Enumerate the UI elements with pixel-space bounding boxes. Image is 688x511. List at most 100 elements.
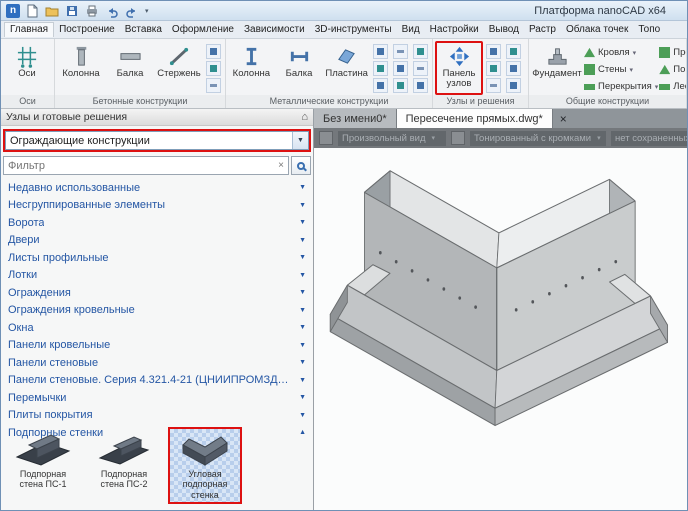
menu-tab-output[interactable]: Вывод (484, 23, 524, 36)
chevron-down-icon[interactable]: ▼ (295, 377, 306, 384)
metal-tool-icon-8[interactable] (413, 61, 428, 76)
tree-item[interactable]: Лотки▼ (1, 267, 313, 285)
chevron-down-icon[interactable]: ▼ (295, 342, 306, 349)
roof-button[interactable]: Кровля ▾ (584, 44, 658, 61)
metal-column-button[interactable]: Колонна (228, 41, 275, 95)
tree-item[interactable]: Двери▼ (1, 232, 313, 250)
chevron-down-icon[interactable]: ▼ (295, 219, 306, 226)
menu-tab-raster[interactable]: Растр (524, 23, 561, 36)
chevron-down-icon[interactable]: ▼ (295, 324, 306, 331)
chevron-down-icon[interactable]: ▼ (295, 254, 306, 261)
app-icon[interactable]: n (6, 4, 20, 18)
concrete-tool-icon-1[interactable] (206, 44, 221, 59)
metal-plate-button[interactable]: Пластина (323, 41, 370, 95)
tree-item[interactable]: Панели стеновые▼ (1, 354, 313, 372)
corner-retaining-wall-model[interactable] (326, 160, 671, 432)
clear-filter-icon[interactable]: × (274, 160, 288, 171)
chevron-down-icon[interactable]: ▼ (295, 394, 306, 401)
metal-tool-icon-1[interactable] (373, 44, 388, 59)
tree-item[interactable]: Несгруппированные элементы▼ (1, 197, 313, 215)
metal-tool-icon-2[interactable] (373, 61, 388, 76)
tree-item[interactable]: Недавно использованные▼ (1, 179, 313, 197)
chevron-down-icon[interactable]: ▼ (295, 184, 306, 191)
open-folder-icon[interactable] (43, 3, 60, 19)
concrete-tool-icon-3[interactable] (206, 78, 221, 93)
chevron-down-icon[interactable]: ▼ (292, 132, 308, 149)
toolbar-options-chevron-icon[interactable]: ▾ (143, 7, 151, 15)
doc-tab-unnamed[interactable]: Без имени0* (314, 109, 397, 128)
truncated-button-3[interactable]: Лест (659, 78, 687, 95)
nodes-tool-icon-1[interactable] (486, 44, 501, 59)
home-icon[interactable]: ⌂ (301, 111, 308, 123)
chevron-down-icon[interactable]: ▼ (295, 202, 306, 209)
redo-icon[interactable] (123, 3, 140, 19)
truncated-button-1[interactable]: Про (659, 44, 687, 61)
menu-tab-settings[interactable]: Настройки (425, 23, 484, 36)
foundation-button[interactable]: Фундамент (531, 41, 583, 95)
nodes-tool-icon-3[interactable] (486, 78, 501, 93)
view-cube-icon[interactable] (319, 131, 333, 145)
category-dropdown[interactable]: Ограждающие конструкции ▼ (5, 131, 309, 150)
tree-item[interactable]: Ограждения▼ (1, 284, 313, 302)
tree-item[interactable]: Ограждения кровельные▼ (1, 302, 313, 320)
card-ps2[interactable]: Подпорная стена ПС-2 (87, 427, 161, 494)
menu-tab-3d-tools[interactable]: 3D-инструменты (310, 23, 397, 36)
saved-views-dropdown[interactable]: нет сохраненных видов ▾ (611, 131, 687, 146)
print-icon[interactable] (83, 3, 100, 19)
metal-tool-icon-9[interactable] (413, 78, 428, 93)
nodes-tool-icon-6[interactable] (506, 78, 521, 93)
filter-input[interactable] (4, 160, 274, 172)
concrete-tool-icon-2[interactable] (206, 61, 221, 76)
drawing-canvas[interactable] (314, 148, 687, 510)
metal-tool-icon-5[interactable] (393, 61, 408, 76)
metal-tool-icon-4[interactable] (393, 44, 408, 59)
concrete-rod-button[interactable]: Стержень (155, 41, 203, 95)
nodes-panel-button[interactable]: Панель узлов (435, 41, 483, 95)
tree-item[interactable]: Окна▼ (1, 319, 313, 337)
undo-icon[interactable] (103, 3, 120, 19)
metal-tool-icon-3[interactable] (373, 78, 388, 93)
chevron-down-icon[interactable]: ▼ (295, 307, 306, 314)
menu-tab-constraints[interactable]: Зависимости (239, 23, 310, 36)
tree-item[interactable]: Панели кровельные▼ (1, 337, 313, 355)
view-orientation-dropdown[interactable]: Произвольный вид ▾ (338, 131, 446, 146)
axes-button[interactable]: Оси (3, 41, 51, 95)
nodes-tool-icon-5[interactable] (506, 61, 521, 76)
menu-tab-point-clouds[interactable]: Облака точек (561, 23, 633, 36)
save-icon[interactable] (63, 3, 80, 19)
metal-tool-icon-7[interactable] (413, 44, 428, 59)
menu-tab-insert[interactable]: Вставка (120, 23, 167, 36)
concrete-beam-button[interactable]: Балка (106, 41, 154, 95)
metal-beam-button[interactable]: Балка (276, 41, 323, 95)
card-ps1[interactable]: Подпорная стена ПС-1 (6, 427, 80, 494)
chevron-down-icon[interactable]: ▼ (295, 412, 306, 419)
walls-button[interactable]: Стены ▾ (584, 61, 658, 78)
menu-tab-view[interactable]: Вид (397, 23, 425, 36)
chevron-down-icon[interactable]: ▼ (295, 289, 306, 296)
nodes-tool-icon-2[interactable] (486, 61, 501, 76)
chevron-down-icon[interactable]: ▼ (295, 359, 306, 366)
tree-item[interactable]: Ворота▼ (1, 214, 313, 232)
truncated-button-2[interactable]: Пом (659, 61, 687, 78)
concrete-column-button[interactable]: Колонна (57, 41, 105, 95)
menu-tab-format[interactable]: Оформление (167, 23, 239, 36)
menu-tab-draw[interactable]: Построение (54, 23, 120, 36)
chevron-down-icon[interactable]: ▼ (295, 272, 306, 279)
metal-tool-icon-6[interactable] (393, 78, 408, 93)
chevron-up-icon[interactable]: ▲ (295, 429, 306, 436)
tree-item[interactable]: Листы профильные▼ (1, 249, 313, 267)
visual-style-dropdown[interactable]: Тонированный с кромками ▾ (470, 131, 606, 146)
tree-item[interactable]: Перемычки▼ (1, 389, 313, 407)
search-button[interactable] (291, 156, 311, 175)
tree-item[interactable]: Плиты покрытия▼ (1, 407, 313, 425)
menu-tab-main[interactable]: Главная (4, 22, 54, 37)
nodes-tool-icon-4[interactable] (506, 44, 521, 59)
visual-style-icon[interactable] (451, 131, 465, 145)
close-tab-icon[interactable]: × (553, 109, 574, 128)
card-corner-wall[interactable]: Угловая подпорная стенка (168, 427, 242, 504)
floors-button[interactable]: Перекрытия ▾ (584, 78, 658, 95)
doc-tab-active[interactable]: Пересечение прямых.dwg* (397, 109, 553, 128)
tree-item[interactable]: Панели стеновые. Серия 4.321.4-21 (ЦНИИП… (1, 372, 313, 390)
chevron-down-icon[interactable]: ▼ (295, 237, 306, 244)
new-file-icon[interactable] (23, 3, 40, 19)
